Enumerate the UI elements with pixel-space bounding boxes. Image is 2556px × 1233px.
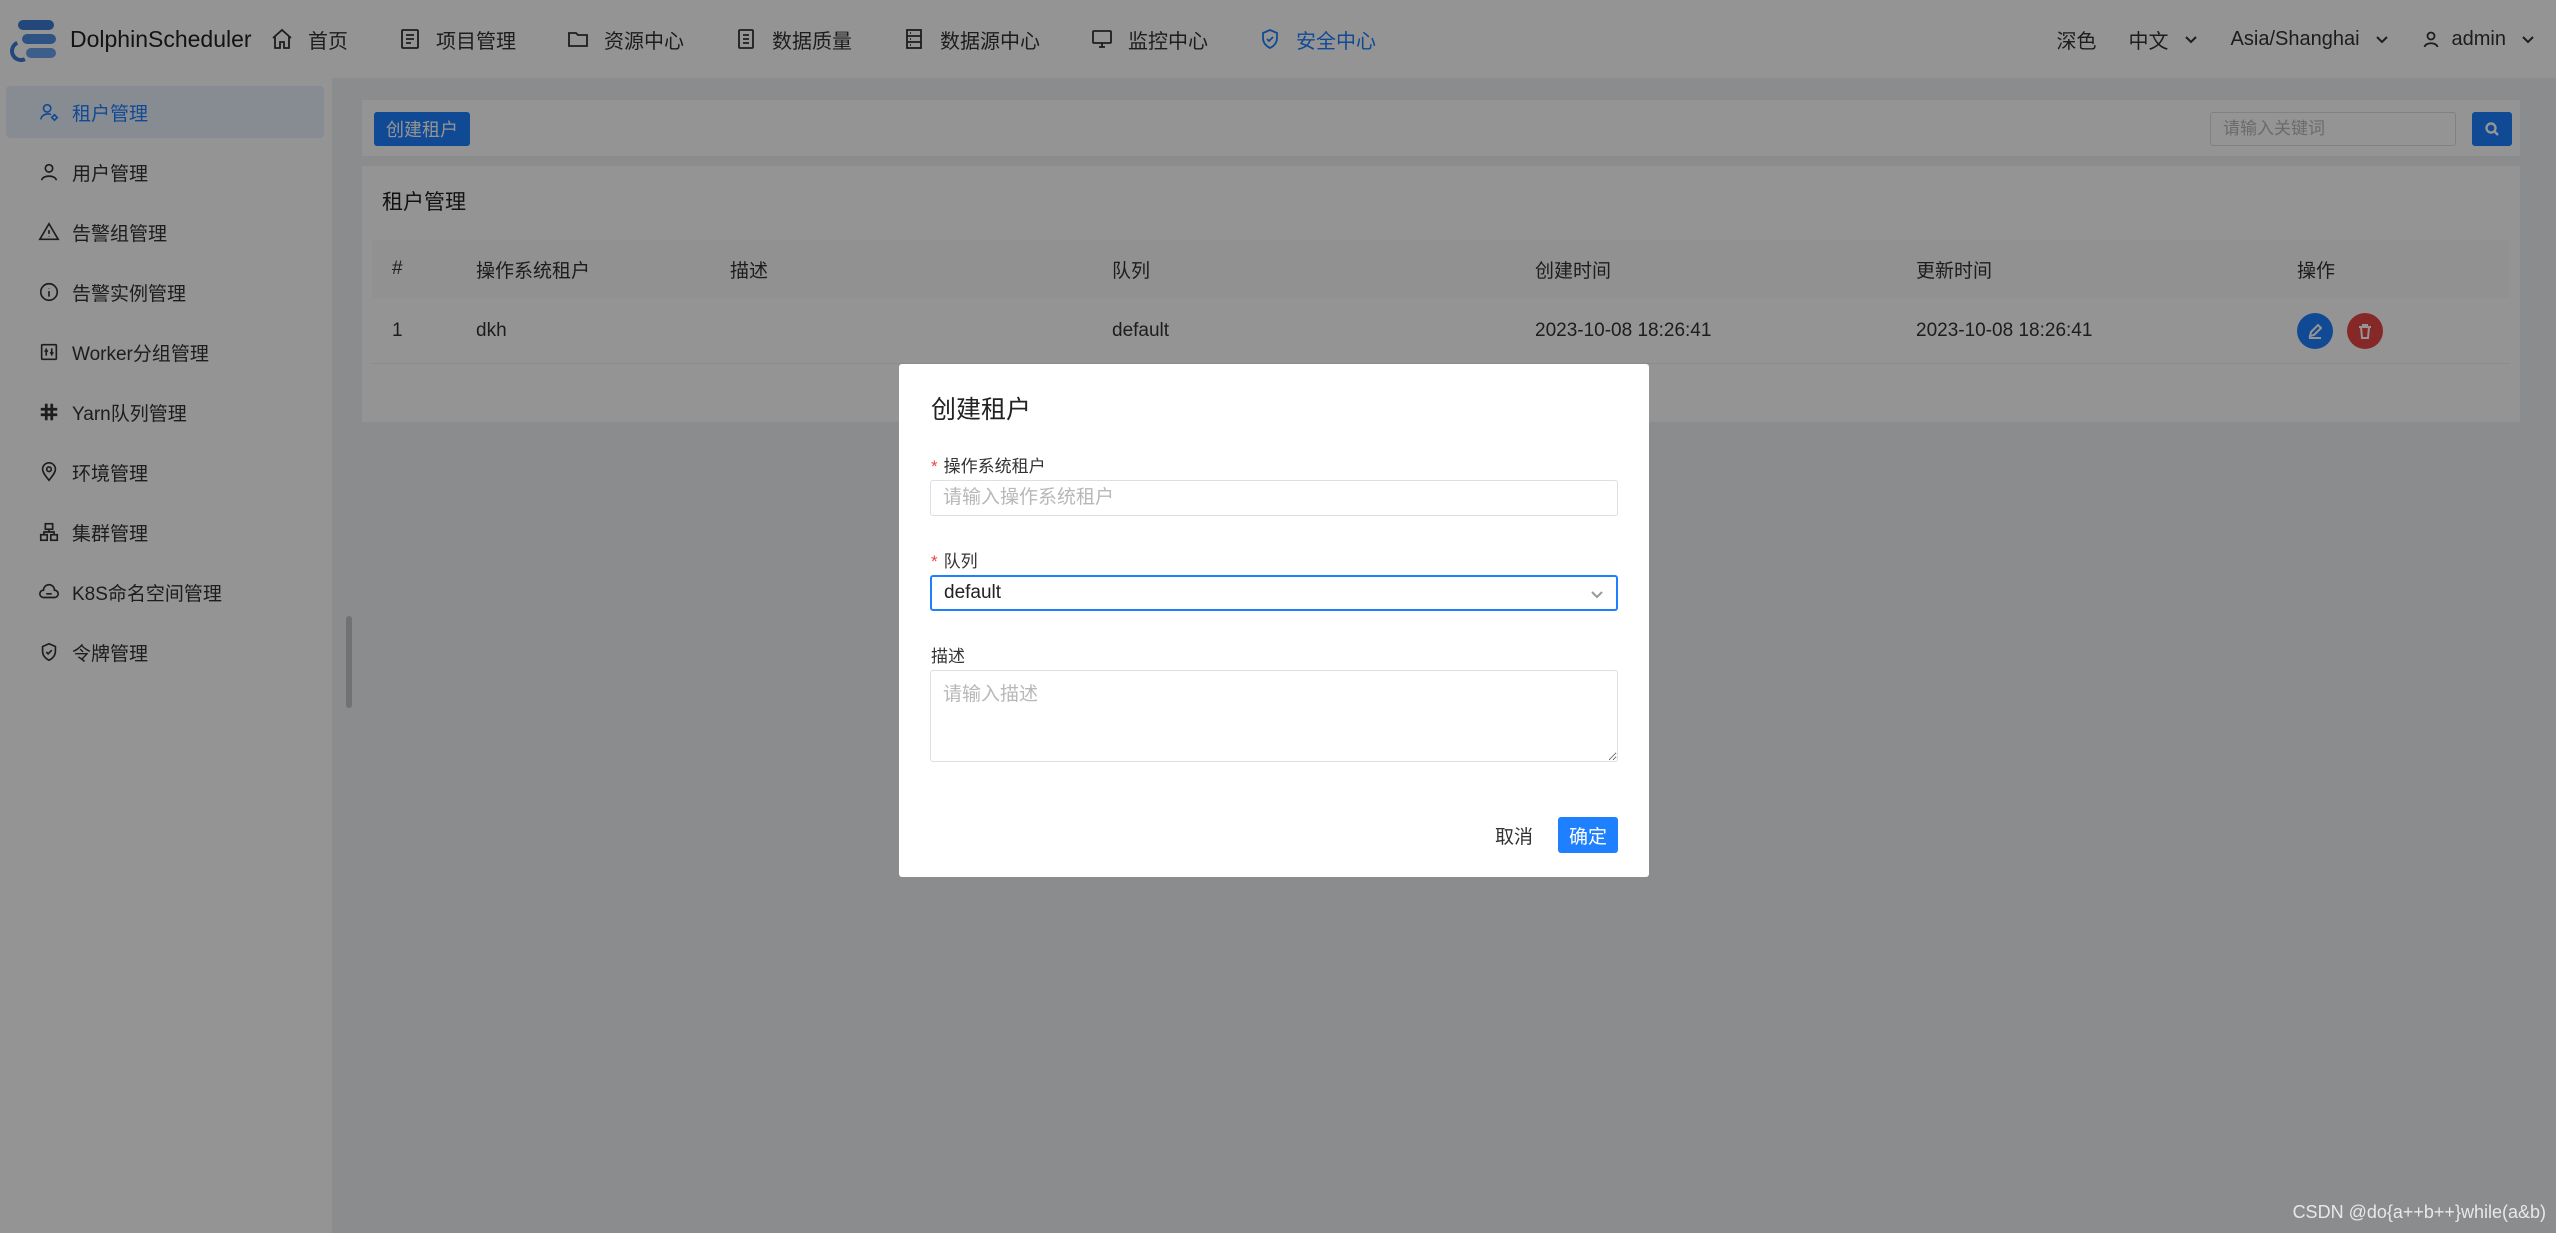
confirm-button[interactable]: 确定 <box>1558 817 1618 853</box>
queue-select-value: default <box>944 582 1002 603</box>
tenant-label-text: 操作系统租户 <box>943 457 1046 476</box>
required-mark: * <box>931 457 938 476</box>
chevron-down-icon <box>1591 591 1603 599</box>
watermark: CSDN @do{a++b++}while(a&b) <box>2292 1202 2546 1222</box>
tenant-input[interactable] <box>930 480 1618 516</box>
create-tenant-modal: 创建租户 * 操作系统租户 * 队列 default 描述 取消 确定 <box>899 364 1649 877</box>
description-field-label: 描述 <box>931 647 965 666</box>
required-mark: * <box>931 552 938 571</box>
queue-select[interactable]: default <box>930 575 1618 611</box>
cancel-button[interactable]: 取消 <box>1483 818 1545 852</box>
queue-field-label: * 队列 <box>931 547 978 572</box>
modal-title: 创建租户 <box>931 396 1032 424</box>
tenant-field-label: * 操作系统租户 <box>931 452 1046 477</box>
queue-label-text: 队列 <box>943 552 978 571</box>
description-textarea[interactable] <box>930 670 1618 762</box>
